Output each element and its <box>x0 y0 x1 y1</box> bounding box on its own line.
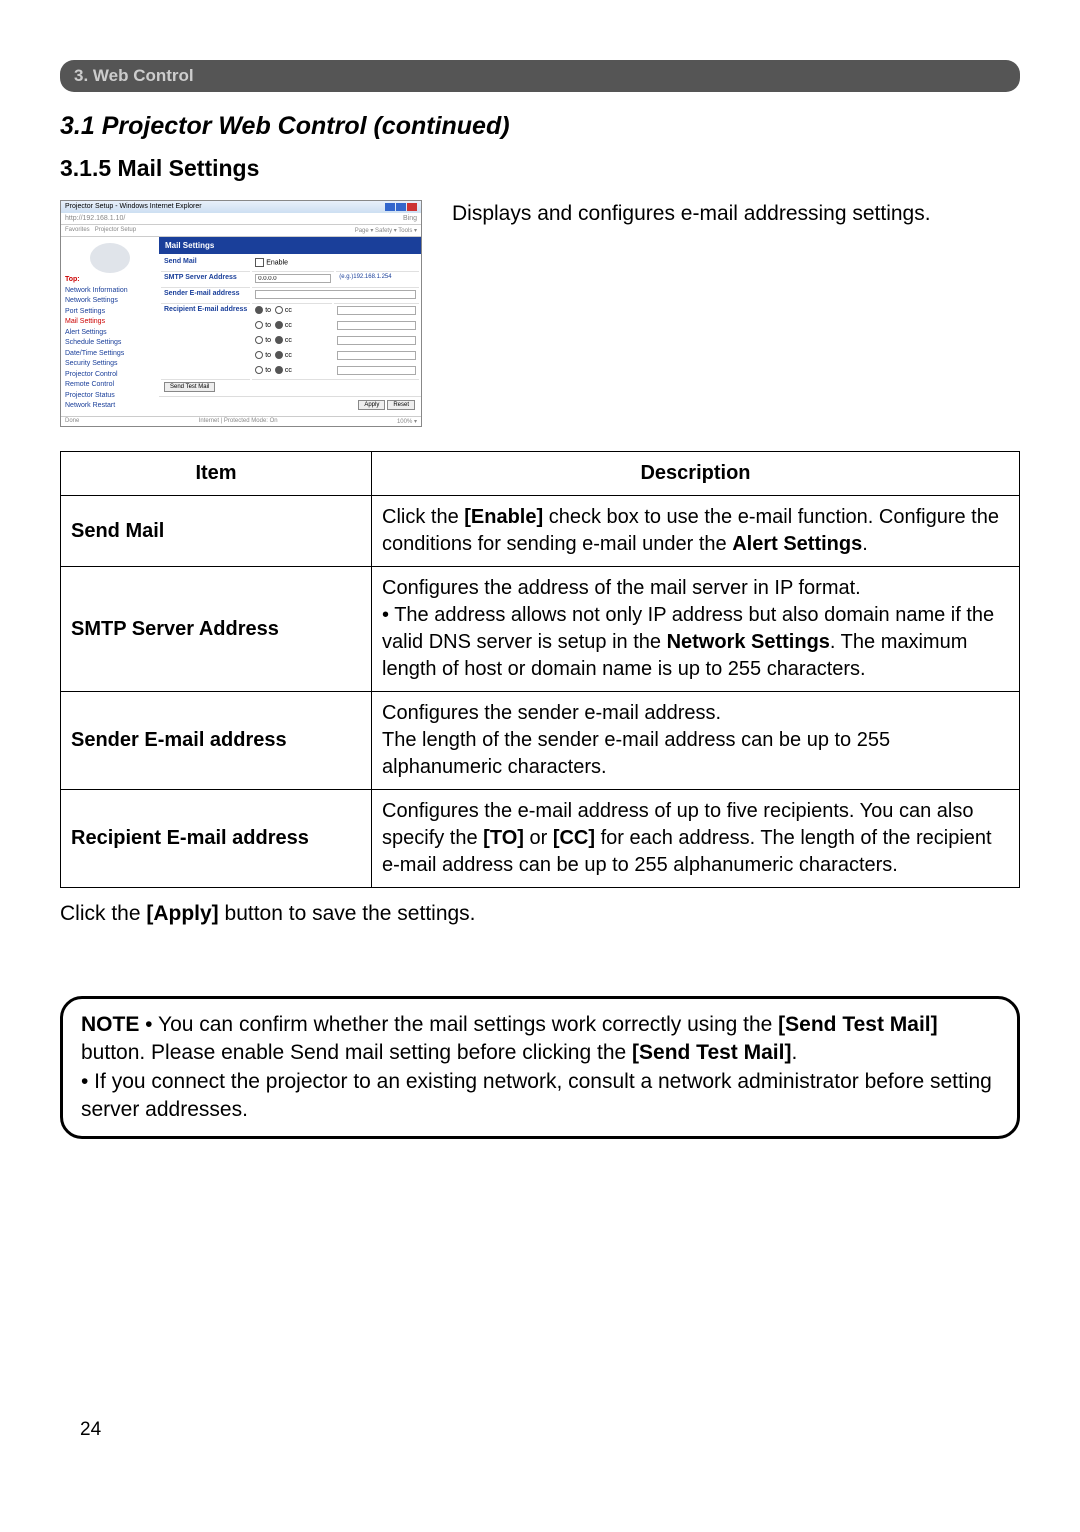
smtp-input[interactable] <box>255 274 331 283</box>
screenshot: Projector Setup - Windows Internet Explo… <box>60 200 422 427</box>
manual-page: 3. Web Control 3.1 Projector Web Control… <box>0 0 1080 1501</box>
to-label: to <box>265 307 271 314</box>
row-desc: Configures the e-mail address of up to f… <box>372 790 1020 888</box>
cc-label: cc <box>285 367 292 374</box>
sidebar-item: Network Settings <box>65 296 155 307</box>
status-left: Done <box>65 418 79 425</box>
recipient-input[interactable] <box>337 321 416 330</box>
toolbar-right: Page ▾ Safety ▾ Tools ▾ <box>355 227 417 234</box>
enable-checkbox[interactable] <box>255 258 264 267</box>
section-title: 3.1 Projector Web Control (continued) <box>60 112 1020 141</box>
sidebar-top: Top: <box>65 275 155 286</box>
page-number: 24 <box>60 1419 1020 1441</box>
cc-radio[interactable] <box>275 366 283 374</box>
status-mid: Internet | Protected Mode: On <box>199 418 278 425</box>
sidebar-item: Remote Control <box>65 380 155 391</box>
search-hint: Bing <box>403 215 417 222</box>
to-radio[interactable] <box>255 336 263 344</box>
row-item: SMTP Server Address <box>61 567 372 692</box>
table-row: Sender E-mail address Configures the sen… <box>61 692 1020 790</box>
row-sender-label: Sender E-mail address <box>161 287 250 301</box>
cc-label: cc <box>285 307 292 314</box>
send-test-button[interactable]: Send Test Mail <box>164 382 215 392</box>
minimize-icon <box>385 203 395 211</box>
url-text: http://192.168.1.10/ <box>65 215 125 222</box>
maximize-icon <box>396 203 406 211</box>
sidebar-item: Projector Status <box>65 391 155 402</box>
row-desc: Click the [Enable] check box to use the … <box>372 496 1020 567</box>
apply-button[interactable]: Apply <box>358 400 385 410</box>
close-icon <box>407 203 417 211</box>
sender-input[interactable] <box>255 290 416 299</box>
note-label: NOTE <box>81 1013 139 1036</box>
smtp-example: (e.g.)192.168.1.254 <box>336 271 419 285</box>
row-desc: Configures the address of the mail serve… <box>372 567 1020 692</box>
cc-label: cc <box>285 337 292 344</box>
row-item: Send Mail <box>61 496 372 567</box>
description-table: Item Description Send Mail Click the [En… <box>60 451 1020 888</box>
to-radio[interactable] <box>255 306 263 314</box>
cc-radio[interactable] <box>275 321 283 329</box>
to-label: to <box>265 337 271 344</box>
projector-icon <box>90 243 130 273</box>
cc-label: cc <box>285 352 292 359</box>
favorites-label: Favorites <box>65 227 90 233</box>
row-item: Sender E-mail address <box>61 692 372 790</box>
sidebar: Top: Network Information Network Setting… <box>61 237 159 416</box>
after-table-text: Click the [Apply] button to save the set… <box>60 902 1020 926</box>
status-right: 100% ▾ <box>397 418 417 425</box>
sidebar-item-active: Mail Settings <box>65 317 155 328</box>
to-label: to <box>265 322 271 329</box>
to-label: to <box>265 352 271 359</box>
table-row: Send Mail Click the [Enable] check box t… <box>61 496 1020 567</box>
cc-radio[interactable] <box>275 336 283 344</box>
panel-header: Mail Settings <box>159 237 421 254</box>
cc-radio[interactable] <box>275 306 283 314</box>
reset-button[interactable]: Reset <box>387 400 415 410</box>
row-smtp-label: SMTP Server Address <box>161 271 250 285</box>
intro-text: Displays and configures e-mail addressin… <box>452 200 1020 228</box>
recipient-input[interactable] <box>337 351 416 360</box>
col-item: Item <box>61 452 372 496</box>
to-radio[interactable] <box>255 321 263 329</box>
to-radio[interactable] <box>255 366 263 374</box>
sidebar-item: Security Settings <box>65 359 155 370</box>
to-radio[interactable] <box>255 351 263 359</box>
recipient-input[interactable] <box>337 306 416 315</box>
sidebar-item: Projector Control <box>65 370 155 381</box>
sidebar-item: Network Information <box>65 286 155 297</box>
recipient-input[interactable] <box>337 366 416 375</box>
section-header: 3. Web Control <box>60 60 1020 92</box>
enable-label: Enable <box>266 259 288 266</box>
col-desc: Description <box>372 452 1020 496</box>
row-sendmail-label: Send Mail <box>161 256 250 269</box>
row-item: Recipient E-mail address <box>61 790 372 888</box>
table-row: SMTP Server Address Configures the addre… <box>61 567 1020 692</box>
sidebar-item: Schedule Settings <box>65 338 155 349</box>
cc-radio[interactable] <box>275 351 283 359</box>
note-p2: • If you connect the projector to an exi… <box>81 1070 992 1121</box>
row-desc: Configures the sender e-mail address. Th… <box>372 692 1020 790</box>
sidebar-item: Date/Time Settings <box>65 349 155 360</box>
table-row: Recipient E-mail address Configures the … <box>61 790 1020 888</box>
sidebar-item: Network Restart <box>65 401 155 412</box>
row-recipient-label: Recipient E-mail address <box>161 303 250 377</box>
cc-label: cc <box>285 322 292 329</box>
sidebar-item: Alert Settings <box>65 328 155 339</box>
window-title: Projector Setup - Windows Internet Explo… <box>65 203 202 211</box>
note-box: NOTE • You can confirm whether the mail … <box>60 996 1020 1139</box>
sidebar-item: Port Settings <box>65 307 155 318</box>
to-label: to <box>265 367 271 374</box>
subsection-title: 3.1.5 Mail Settings <box>60 155 1020 182</box>
tab-label: Projector Setup <box>95 227 136 233</box>
recipient-input[interactable] <box>337 336 416 345</box>
